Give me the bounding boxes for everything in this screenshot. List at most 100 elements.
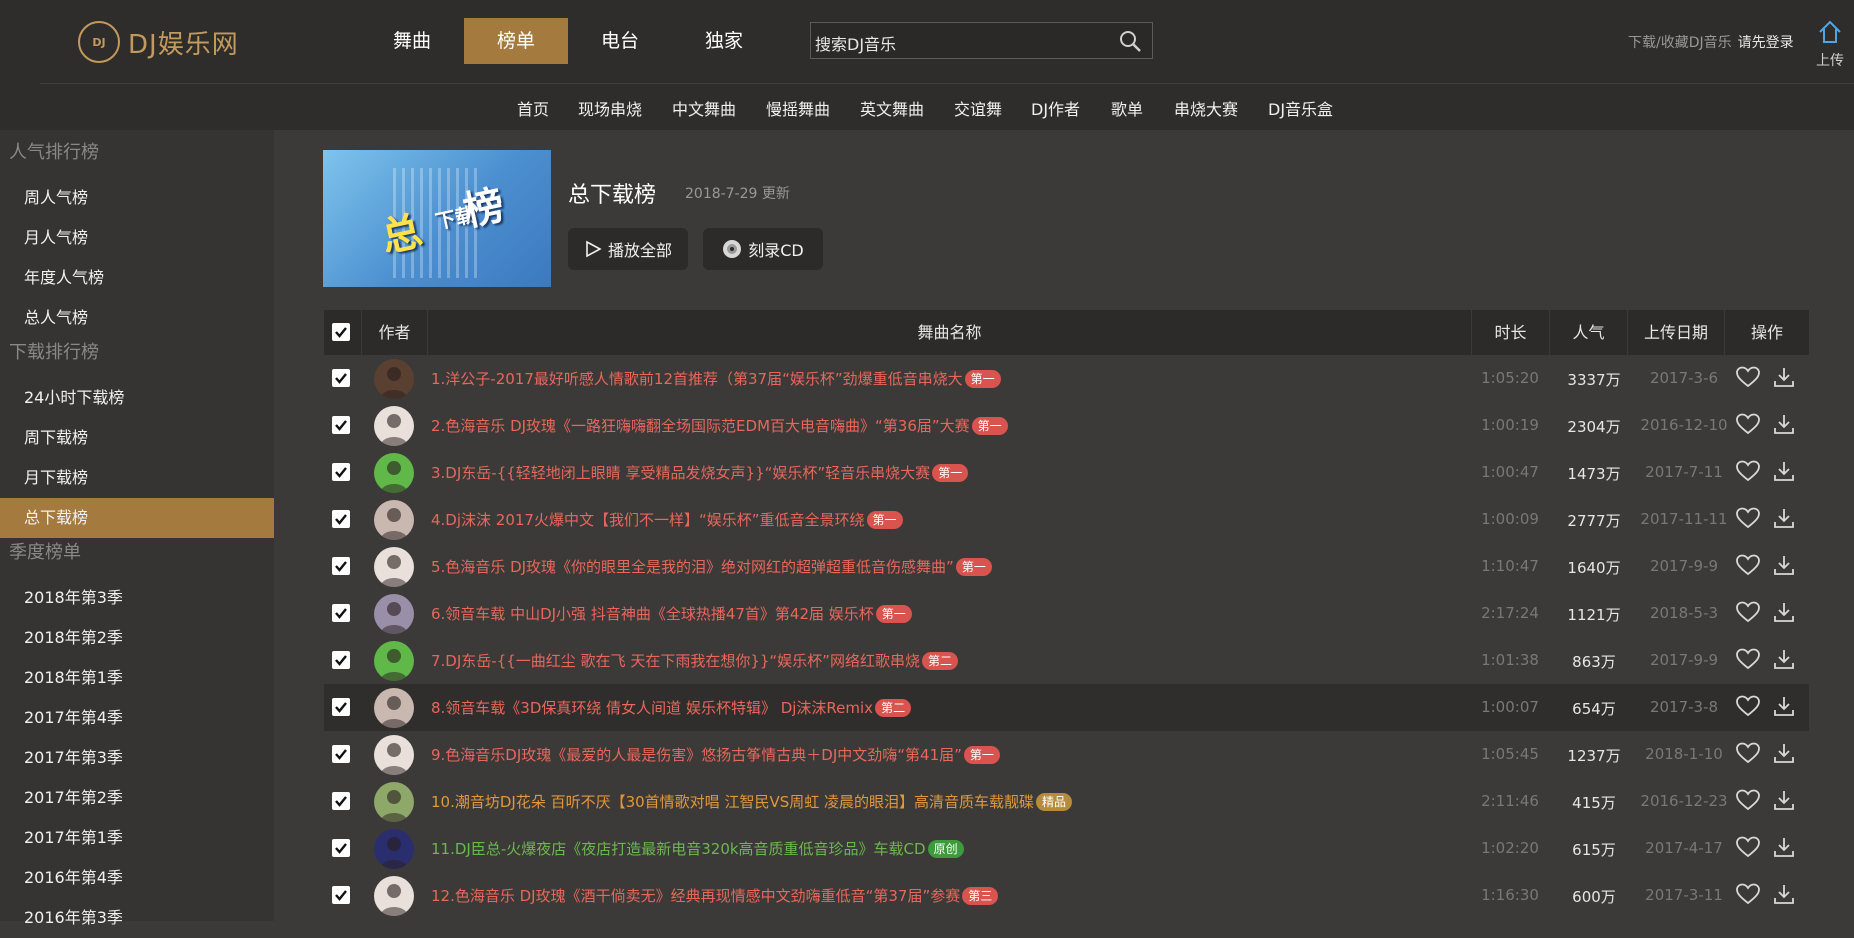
author-avatar[interactable] bbox=[374, 406, 414, 446]
playlist-cover[interactable]: 总 下载 榜 bbox=[323, 150, 551, 287]
song-title-link[interactable]: 9.色海音乐DJ玫瑰《最爱的人最是伤害》悠扬古筝情古典＋DJ中文劲嗨“第41届”… bbox=[431, 744, 1000, 765]
song-title-link[interactable]: 10.潮音坊DJ花朵 百听不厌【30首情歌对唱 江智民VS周虹 凌晨的眼泪】高清… bbox=[431, 791, 1073, 812]
subnav-item-4[interactable]: 英文舞曲 bbox=[860, 96, 924, 120]
favorite-button[interactable] bbox=[1736, 695, 1760, 721]
select-all-checkbox[interactable] bbox=[332, 323, 350, 341]
sidebar-item[interactable]: 2018年第1季 bbox=[0, 658, 274, 698]
sidebar-item[interactable]: 周下载榜 bbox=[0, 418, 274, 458]
download-button[interactable] bbox=[1773, 883, 1795, 909]
row-checkbox[interactable] bbox=[332, 886, 350, 904]
row-checkbox[interactable] bbox=[332, 369, 350, 387]
favorite-button[interactable] bbox=[1736, 601, 1760, 627]
song-title-link[interactable]: 5.色海音乐 DJ玫瑰《你的眼里全是我的泪》绝对网红的超弹超重低音伤感舞曲” 第一 bbox=[431, 556, 992, 577]
sidebar-item[interactable]: 周人气榜 bbox=[0, 178, 274, 218]
row-checkbox[interactable] bbox=[332, 745, 350, 763]
download-button[interactable] bbox=[1773, 601, 1795, 627]
download-button[interactable] bbox=[1773, 789, 1795, 815]
author-avatar[interactable] bbox=[374, 547, 414, 587]
author-avatar[interactable] bbox=[374, 829, 414, 869]
author-avatar[interactable] bbox=[374, 641, 414, 681]
table-row[interactable]: 7.DJ东岳-{{一曲红尘 歌在飞 天在下雨我在想你}}“娱乐杯”网络红歌串烧第… bbox=[324, 637, 1809, 684]
sidebar-item[interactable]: 月人气榜 bbox=[0, 218, 274, 258]
row-checkbox[interactable] bbox=[332, 651, 350, 669]
author-avatar[interactable] bbox=[374, 359, 414, 399]
table-row[interactable]: 4.Dj沫沫 2017火爆中文【我们不一样】“娱乐杯”重低音全景环绕 第一 1:00… bbox=[324, 496, 1809, 543]
table-row[interactable]: 6.领音车载 中山DJ小强 抖音神曲《全球热播47首》第42届 娱乐杯 第一 2:1… bbox=[324, 590, 1809, 637]
table-row[interactable]: 8.领音车载《3D保真环绕 倩女人间道 娱乐杯特辑》 Dj沫沫Remix 第二 1:… bbox=[324, 684, 1809, 731]
song-title-link[interactable]: 3.DJ东岳-{{轻轻地闭上眼睛 享受精品发烧女声}}“娱乐杯”轻音乐串烧大赛第… bbox=[431, 462, 969, 483]
song-title-link[interactable]: 6.领音车载 中山DJ小强 抖音神曲《全球热播47首》第42届 娱乐杯 第一 bbox=[431, 603, 912, 624]
author-avatar[interactable] bbox=[374, 500, 414, 540]
sidebar-item[interactable]: 2018年第3季 bbox=[0, 578, 274, 618]
subnav-item-9[interactable]: DJ音乐盒 bbox=[1268, 96, 1333, 120]
author-avatar[interactable] bbox=[374, 735, 414, 775]
sidebar-item[interactable]: 2017年第1季 bbox=[0, 818, 274, 858]
row-checkbox[interactable] bbox=[332, 416, 350, 434]
row-checkbox[interactable] bbox=[332, 698, 350, 716]
sidebar-item[interactable]: 总下载榜 bbox=[0, 498, 274, 538]
subnav-item-6[interactable]: DJ作者 bbox=[1031, 96, 1080, 120]
burn-cd-button[interactable]: 刻录CD bbox=[703, 228, 823, 270]
sidebar-item[interactable]: 月下载榜 bbox=[0, 458, 274, 498]
login-link[interactable]: 请先登录 bbox=[1738, 35, 1794, 51]
download-button[interactable] bbox=[1773, 366, 1795, 392]
author-avatar[interactable] bbox=[374, 688, 414, 728]
download-button[interactable] bbox=[1773, 648, 1795, 674]
row-checkbox[interactable] bbox=[332, 510, 350, 528]
song-title-link[interactable]: 8.领音车载《3D保真环绕 倩女人间道 娱乐杯特辑》 Dj沫沫Remix 第二 bbox=[431, 697, 912, 718]
sidebar-item[interactable]: 年度人气榜 bbox=[0, 258, 274, 298]
search-input[interactable]: 搜索DJ音乐 bbox=[815, 31, 896, 55]
play-all-button[interactable]: 播放全部 bbox=[568, 228, 688, 270]
nav-tab-3[interactable]: 独家 bbox=[672, 18, 776, 64]
sidebar-item[interactable]: 2018年第2季 bbox=[0, 618, 274, 658]
table-row[interactable]: 1.洋公子-2017最好听感人情歌前12首推荐（第37届“娱乐杯”劲爆重低音串烧… bbox=[324, 355, 1809, 402]
table-row[interactable]: 9.色海音乐DJ玫瑰《最爱的人最是伤害》悠扬古筝情古典＋DJ中文劲嗨“第41届”… bbox=[324, 731, 1809, 778]
subnav-item-1[interactable]: 现场串烧 bbox=[578, 96, 642, 120]
author-avatar[interactable] bbox=[374, 453, 414, 493]
subnav-item-3[interactable]: 慢摇舞曲 bbox=[766, 96, 830, 120]
song-title-link[interactable]: 4.Dj沫沫 2017火爆中文【我们不一样】“娱乐杯”重低音全景环绕 第一 bbox=[431, 509, 903, 530]
song-title-link[interactable]: 7.DJ东岳-{{一曲红尘 歌在飞 天在下雨我在想你}}“娱乐杯”网络红歌串烧第… bbox=[431, 650, 958, 671]
nav-tab-0[interactable]: 舞曲 bbox=[360, 18, 464, 64]
subnav-item-8[interactable]: 串烧大赛 bbox=[1174, 96, 1238, 120]
download-button[interactable] bbox=[1773, 460, 1795, 486]
table-row[interactable]: 10.潮音坊DJ花朵 百听不厌【30首情歌对唱 江智民VS周虹 凌晨的眼泪】高清… bbox=[324, 778, 1809, 825]
favorite-button[interactable] bbox=[1736, 883, 1760, 909]
sidebar-item[interactable]: 2016年第3季 bbox=[0, 898, 274, 938]
song-title-link[interactable]: 11.DJ臣总-火爆夜店《夜店打造最新电音320k高音质重低音珍品》车载CD 原创 bbox=[431, 838, 964, 859]
favorite-button[interactable] bbox=[1736, 554, 1760, 580]
favorite-button[interactable] bbox=[1736, 836, 1760, 862]
favorite-button[interactable] bbox=[1736, 742, 1760, 768]
row-checkbox[interactable] bbox=[332, 463, 350, 481]
favorite-button[interactable] bbox=[1736, 507, 1760, 533]
sidebar-item[interactable]: 24小时下载榜 bbox=[0, 378, 274, 418]
download-button[interactable] bbox=[1773, 554, 1795, 580]
table-row[interactable]: 5.色海音乐 DJ玫瑰《你的眼里全是我的泪》绝对网红的超弹超重低音伤感舞曲” 第一… bbox=[324, 543, 1809, 590]
nav-tab-1[interactable]: 榜单 bbox=[464, 18, 568, 64]
row-checkbox[interactable] bbox=[332, 839, 350, 857]
favorite-button[interactable] bbox=[1736, 413, 1760, 439]
row-checkbox[interactable] bbox=[332, 792, 350, 810]
sidebar-item[interactable]: 总人气榜 bbox=[0, 298, 274, 338]
row-checkbox[interactable] bbox=[332, 604, 350, 622]
sidebar-item[interactable]: 2017年第2季 bbox=[0, 778, 274, 818]
download-button[interactable] bbox=[1773, 413, 1795, 439]
song-title-link[interactable]: 1.洋公子-2017最好听感人情歌前12首推荐（第37届“娱乐杯”劲爆重低音串烧… bbox=[431, 368, 1001, 389]
search-icon[interactable] bbox=[1118, 29, 1142, 53]
favorite-button[interactable] bbox=[1736, 648, 1760, 674]
subnav-item-7[interactable]: 歌单 bbox=[1111, 96, 1143, 120]
subnav-item-0[interactable]: 首页 bbox=[517, 96, 549, 120]
favorite-button[interactable] bbox=[1736, 789, 1760, 815]
author-avatar[interactable] bbox=[374, 782, 414, 822]
table-row[interactable]: 11.DJ臣总-火爆夜店《夜店打造最新电音320k高音质重低音珍品》车载CD 原创… bbox=[324, 825, 1809, 872]
sidebar-item[interactable]: 2016年第4季 bbox=[0, 858, 274, 898]
favorite-button[interactable] bbox=[1736, 366, 1760, 392]
sidebar-item[interactable]: 2017年第4季 bbox=[0, 698, 274, 738]
table-row[interactable]: 3.DJ东岳-{{轻轻地闭上眼睛 享受精品发烧女声}}“娱乐杯”轻音乐串烧大赛第… bbox=[324, 449, 1809, 496]
row-checkbox[interactable] bbox=[332, 557, 350, 575]
site-logo[interactable]: DJ DJ娱乐网 bbox=[78, 19, 239, 65]
download-button[interactable] bbox=[1773, 742, 1795, 768]
table-row[interactable]: 2.色海音乐 DJ玫瑰《一路狂嗨嗨翻全场国际范EDM百大电音嗨曲》“第36届”大… bbox=[324, 402, 1809, 449]
download-button[interactable] bbox=[1773, 507, 1795, 533]
sidebar-item[interactable]: 2017年第3季 bbox=[0, 738, 274, 778]
